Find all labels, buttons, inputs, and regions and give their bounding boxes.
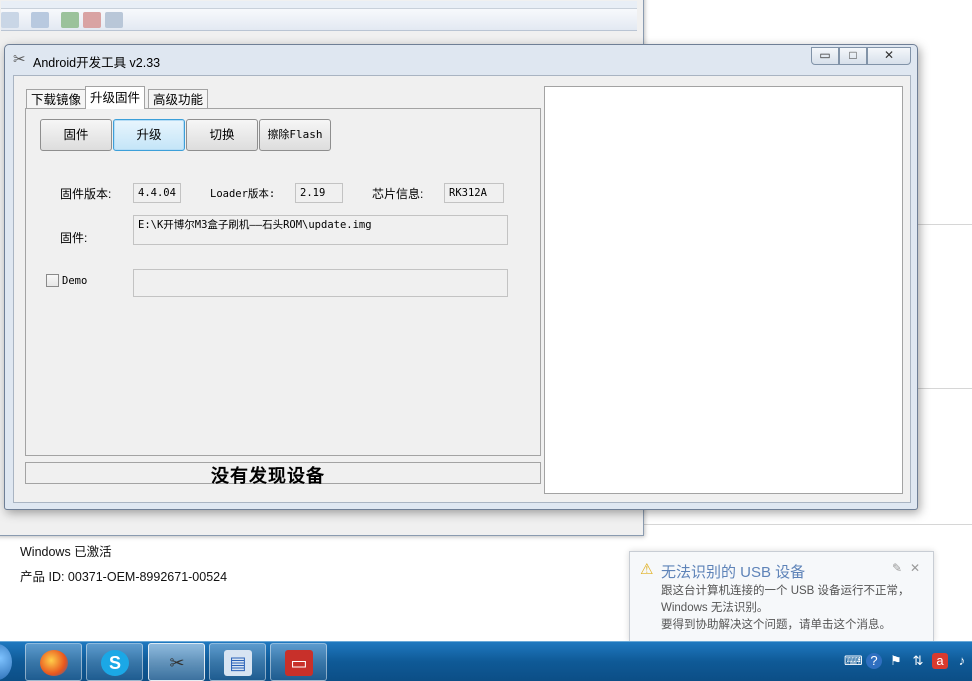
notification-title: 无法识别的 USB 设备: [661, 564, 806, 581]
firmware-path-field[interactable]: E:\K开博尔M3盒子刷机——石头ROM\update.img: [133, 215, 508, 245]
help-icon[interactable]: ?: [866, 653, 882, 669]
log-panel[interactable]: [544, 86, 903, 494]
taskbar-android-tool[interactable]: ✂: [148, 643, 205, 681]
system-info: Windows 已激活 产品 ID: 00371-OEM-8992671-005…: [20, 540, 227, 590]
firmware-version-field: 4.4.04: [133, 183, 181, 203]
skype-icon: S: [101, 650, 129, 676]
upgrade-button[interactable]: 升级: [113, 119, 185, 151]
loader-version-label: Loader版本:: [210, 188, 276, 200]
taskbar: S ✂ ▤ ▭ ⌨ ? ⚑ ⇅ a ♪: [0, 641, 972, 681]
tab-advanced[interactable]: 高级功能: [148, 89, 209, 108]
demo-label[interactable]: Demo: [62, 275, 87, 287]
background-toolbar: [1, 9, 637, 31]
firmware-path-label: 固件:: [60, 231, 88, 245]
switch-button[interactable]: 切换: [186, 119, 258, 151]
activation-status: Windows 已激活: [20, 545, 112, 559]
view-icon[interactable]: [1, 12, 19, 28]
divider: [640, 524, 972, 525]
volume-icon[interactable]: ♪: [954, 653, 970, 669]
toolbox-icon: ▭: [285, 650, 313, 676]
title-bar[interactable]: ✂ Android开发工具 v2.33 ▭ □ ✕: [5, 45, 917, 73]
control-panel-icon: ▤: [224, 650, 252, 676]
usb-icon[interactable]: ⇅: [910, 653, 926, 669]
firmware-version-label: 固件版本:: [60, 187, 112, 201]
taskbar-skype[interactable]: S: [86, 643, 143, 681]
loader-version-field: 2.19: [295, 183, 343, 203]
tab-upgrade-firmware[interactable]: 升级固件: [85, 86, 146, 109]
app-tray-icon[interactable]: a: [932, 653, 948, 669]
background-menubar: [1, 1, 637, 9]
firefox-icon: [40, 650, 68, 676]
notification-line: Windows 无法识别。: [661, 602, 769, 614]
tools-icon: ✂: [13, 51, 26, 68]
minimize-button[interactable]: ▭: [811, 47, 839, 65]
notification-close-icon[interactable]: ✕: [910, 561, 920, 575]
flag-icon[interactable]: ⚑: [888, 653, 904, 669]
scan-hardware-icon[interactable]: [105, 12, 123, 28]
taskbar-firefox[interactable]: [25, 643, 82, 681]
uninstall-icon[interactable]: [83, 12, 101, 28]
demo-checkbox[interactable]: [46, 274, 59, 287]
product-id: 产品 ID: 00371-OEM-8992671-00524: [20, 570, 228, 584]
notification-message: 跟这台计算机连接的一个 USB 设备运行不正常， Windows 无法识别。 要…: [661, 583, 910, 634]
chip-info-field: RK312A: [444, 183, 504, 203]
firmware-button[interactable]: 固件: [40, 119, 112, 151]
status-text: 没有发现设备: [211, 466, 325, 487]
start-button[interactable]: [0, 644, 12, 680]
erase-flash-button[interactable]: 擦除Flash: [259, 119, 331, 151]
notification-line: 要得到协助解决这个问题，请单击这个消息。: [661, 619, 891, 631]
usb-notification[interactable]: ⚠ 无法识别的 USB 设备 ✎ ✕ 跟这台计算机连接的一个 USB 设备运行不…: [629, 551, 934, 642]
tools-icon: ✂: [169, 653, 185, 673]
tab-download-image[interactable]: 下载镜像: [26, 89, 87, 108]
warning-icon: ⚠: [640, 561, 654, 578]
keyboard-icon[interactable]: ⌨: [844, 653, 863, 669]
properties-icon[interactable]: [31, 12, 49, 28]
pin-icon[interactable]: ✎: [892, 561, 902, 575]
tab-panel: 固件 升级 切换 擦除Flash 固件版本: 4.4.04 Loader版本: …: [25, 108, 541, 456]
taskbar-toolbox[interactable]: ▭: [270, 643, 327, 681]
update-driver-icon[interactable]: [61, 12, 79, 28]
close-button[interactable]: ✕: [867, 47, 911, 65]
client-area: 下载镜像 升级固件 高级功能 固件 升级 切换 擦除Flash 固件版本: 4.…: [13, 75, 911, 503]
window-title: Android开发工具 v2.33: [33, 56, 161, 70]
app-window: ✂ Android开发工具 v2.33 ▭ □ ✕ 下载镜像 升级固件 高级功能…: [4, 44, 918, 510]
notification-line: 跟这台计算机连接的一个 USB 设备运行不正常，: [661, 585, 910, 597]
demo-field[interactable]: [133, 269, 508, 297]
chip-info-label: 芯片信息:: [372, 187, 424, 201]
maximize-button[interactable]: □: [839, 47, 867, 65]
taskbar-control-panel[interactable]: ▤: [209, 643, 266, 681]
